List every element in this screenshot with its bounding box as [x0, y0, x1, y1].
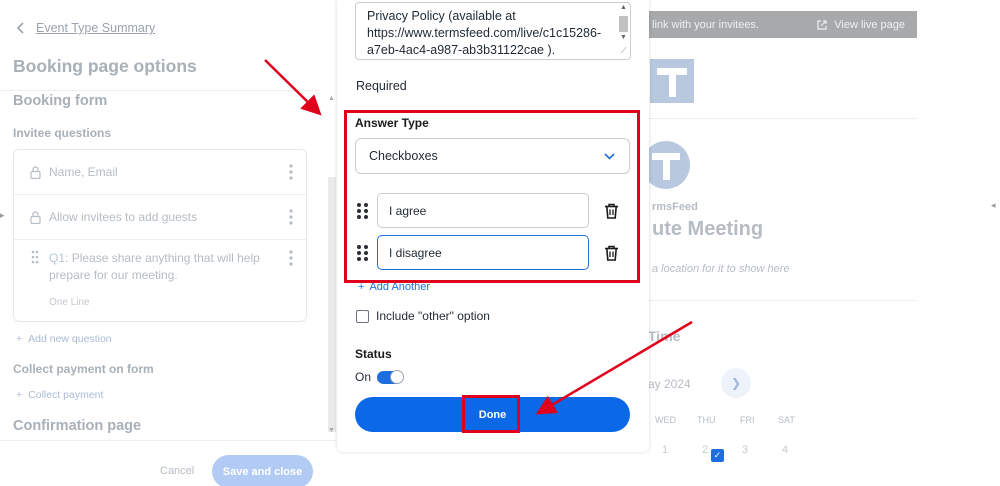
- view-live-label: View live page: [834, 18, 905, 31]
- question-add-guests[interactable]: Allow invitees to add guests: [14, 195, 306, 240]
- booking-form-heading: Booking form: [13, 93, 108, 109]
- kebab-menu-icon[interactable]: [276, 164, 306, 180]
- scroll-down-icon[interactable]: ▼: [620, 34, 627, 41]
- calendar-day[interactable]: 1: [662, 444, 668, 456]
- plus-icon: +: [16, 333, 23, 345]
- question-text-area[interactable]: Privacy Policy (available at https://www…: [355, 2, 631, 60]
- question-name-email[interactable]: Name, Email: [14, 150, 306, 195]
- collect-payment-label: Collect payment: [28, 389, 104, 401]
- question-q1[interactable]: Q1: Please share anything that will help…: [14, 250, 306, 320]
- question-number: Q1:: [49, 251, 69, 265]
- weekday-label: WED: [655, 415, 676, 425]
- question-label: Name, Email: [49, 164, 118, 179]
- add-question-link[interactable]: + Add new question: [16, 333, 112, 345]
- textarea-scrollbar[interactable]: ▲ ▼ ⟋: [617, 2, 630, 60]
- save-and-close-button[interactable]: Save and close: [212, 455, 313, 486]
- question-label: Please share anything that will help pre…: [49, 251, 260, 282]
- scrollbar-thumb[interactable]: [619, 16, 628, 32]
- page-title: Booking page options: [13, 56, 197, 76]
- divider: [614, 300, 917, 301]
- meeting-title: ute Meeting: [652, 218, 764, 240]
- company-logo: [650, 59, 694, 103]
- company-name: rmsFeed: [652, 201, 698, 213]
- required-label: Required: [356, 79, 407, 93]
- view-live-page-link[interactable]: View live page: [816, 19, 905, 31]
- annotation-highlight-done: [462, 395, 520, 433]
- kebab-menu-icon[interactable]: [276, 250, 306, 266]
- banner-text: link with your invitees.: [652, 18, 759, 31]
- chevron-right-icon: ❯: [730, 376, 742, 390]
- weekday-label: FRI: [740, 415, 755, 425]
- left-scrollbar[interactable]: ▲ ▼: [327, 95, 336, 440]
- scroll-down-icon[interactable]: ▼: [328, 427, 335, 434]
- next-month-button[interactable]: ❯: [721, 368, 751, 398]
- kebab-menu-icon[interactable]: [276, 209, 306, 225]
- questions-list: Name, Email Allow invitees to add guests…: [13, 149, 307, 322]
- back-link-label: Event Type Summary: [36, 21, 156, 35]
- chevron-left-icon: [16, 22, 24, 34]
- weekday-label: SAT: [778, 415, 795, 425]
- scroll-up-icon[interactable]: ▲: [328, 95, 335, 102]
- status-value: On: [355, 370, 372, 384]
- status-label: Status: [355, 347, 392, 361]
- month-label: ay 2024: [648, 377, 691, 391]
- cancel-button[interactable]: Cancel: [160, 465, 194, 477]
- screen: Event Type Summary Booking page options …: [0, 0, 1000, 486]
- include-other-checkbox[interactable]: Include "other" option: [356, 309, 490, 323]
- avatar: [642, 141, 690, 189]
- time-heading: Time: [648, 328, 681, 344]
- checkbox-unchecked-icon[interactable]: [356, 309, 369, 323]
- status-toggle[interactable]: [377, 369, 405, 384]
- divider: [614, 118, 917, 119]
- drag-handle-icon[interactable]: [28, 250, 42, 264]
- lock-icon: [28, 165, 42, 179]
- scrollbar-thumb[interactable]: [328, 177, 336, 432]
- divider: [0, 90, 320, 91]
- required-checkbox[interactable]: ✓ Required: [356, 79, 724, 462]
- status-toggle-row: On: [355, 369, 405, 384]
- preview-banner: link with your invitees. View live page: [614, 11, 917, 38]
- question-type: One Line: [49, 297, 90, 308]
- calendar-day[interactable]: 3: [742, 444, 748, 456]
- weekday-label: THU: [697, 415, 716, 425]
- scroll-left-icon[interactable]: ▸: [0, 210, 5, 221]
- calendar-day[interactable]: 2: [702, 444, 708, 456]
- back-link[interactable]: Event Type Summary: [16, 21, 155, 35]
- invitee-questions-heading: Invitee questions: [13, 126, 112, 140]
- location-hint: a location for it to show here: [652, 263, 790, 275]
- scroll-right-icon[interactable]: ◂: [991, 200, 996, 211]
- plus-icon: +: [16, 389, 23, 401]
- question-label: Allow invitees to add guests: [49, 209, 198, 224]
- checkbox-checked-icon[interactable]: ✓: [711, 449, 724, 462]
- add-question-label: Add new question: [28, 333, 112, 345]
- collect-payment-link[interactable]: + Collect payment: [16, 389, 103, 401]
- scroll-up-icon[interactable]: ▲: [620, 4, 627, 11]
- calendar-day[interactable]: 4: [782, 444, 788, 456]
- lock-icon: [28, 210, 42, 224]
- confirmation-page-heading: Confirmation page: [13, 418, 142, 434]
- external-link-icon: [817, 19, 827, 30]
- resize-grip-icon[interactable]: ⟋: [621, 46, 627, 56]
- annotation-highlight-answer-type: [344, 110, 640, 283]
- include-other-label: Include "other" option: [376, 309, 490, 323]
- collect-payment-heading: Collect payment on form: [13, 362, 154, 376]
